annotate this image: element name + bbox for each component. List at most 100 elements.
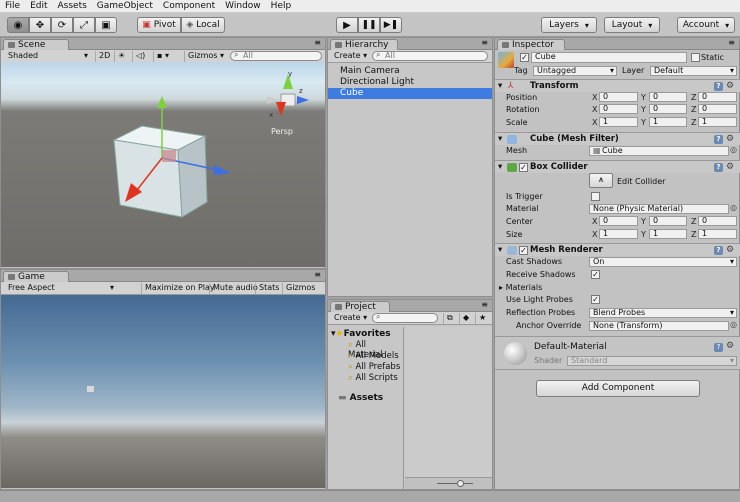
effects-dropdown[interactable]: ▪ ▾: [153, 51, 172, 62]
hierarchy-item-directional-light[interactable]: Directional Light: [328, 77, 492, 88]
object-name-field[interactable]: Cube: [531, 52, 687, 63]
filter-type-icon[interactable]: ⧉: [443, 313, 456, 324]
center-x-field[interactable]: 0: [599, 216, 638, 226]
center-z-field[interactable]: 0: [698, 216, 737, 226]
zoom-slider-thumb[interactable]: [457, 480, 464, 487]
scale-z-field[interactable]: 1: [698, 117, 737, 127]
position-x-field[interactable]: 0: [599, 92, 638, 102]
favorites-node[interactable]: ▾★Favorites: [331, 329, 391, 339]
physic-material-field[interactable]: None (Physic Material): [589, 204, 729, 214]
help-icon[interactable]: ?: [714, 135, 723, 144]
mesh-field[interactable]: ▦ Cube: [589, 146, 729, 156]
mesh-filter-header[interactable]: ▾ Cube (Mesh Filter) ? ⚙: [495, 132, 740, 145]
stats-toggle[interactable]: Stats: [255, 283, 282, 294]
mesh-renderer-enabled-checkbox[interactable]: ✓: [519, 246, 528, 255]
receive-shadows-checkbox[interactable]: ✓: [591, 270, 600, 279]
tab-scene[interactable]: Scene: [3, 39, 69, 50]
anchor-override-field[interactable]: None (Transform): [589, 321, 729, 331]
gear-icon[interactable]: ⚙: [726, 341, 734, 351]
hand-tool-button[interactable]: ◉: [7, 17, 29, 33]
2d-toggle[interactable]: 2D: [95, 51, 113, 62]
perspective-label[interactable]: Persp: [271, 127, 293, 136]
layers-dropdown[interactable]: Layers: [541, 17, 597, 33]
scene-viewport[interactable]: y z x Persp: [1, 62, 325, 267]
aspect-dropdown[interactable]: Free Aspect ▾: [5, 283, 117, 294]
layer-dropdown[interactable]: Default ▾: [650, 66, 737, 76]
hierarchy-item-main-camera[interactable]: Main Camera: [328, 66, 492, 77]
tag-dropdown[interactable]: Untagged ▾: [533, 66, 617, 76]
pivot-toggle[interactable]: ▣ Pivot: [137, 17, 181, 33]
lighting-toggle[interactable]: ☀: [114, 51, 128, 62]
rotation-z-field[interactable]: 0: [698, 104, 737, 114]
position-z-field[interactable]: 0: [698, 92, 737, 102]
scale-x-field[interactable]: 1: [599, 117, 638, 127]
position-y-field[interactable]: 0: [649, 92, 687, 102]
panel-menu-icon[interactable]: ≡: [728, 38, 735, 47]
favorite-star-icon[interactable]: ★: [475, 313, 489, 324]
rotate-tool-button[interactable]: ⟳: [51, 17, 73, 33]
active-checkbox[interactable]: ✓: [520, 53, 529, 62]
project-create-dropdown[interactable]: Create ▾: [331, 313, 370, 324]
tab-project[interactable]: Project: [330, 301, 390, 312]
object-picker-icon[interactable]: ◎: [730, 320, 737, 329]
scale-tool-button[interactable]: ⤢: [73, 17, 95, 33]
rotation-x-field[interactable]: 0: [599, 104, 638, 114]
shader-dropdown[interactable]: Standard ▾: [567, 356, 737, 366]
cast-shadows-dropdown[interactable]: On ▾: [589, 257, 737, 267]
menu-edit[interactable]: Edit: [25, 0, 52, 12]
filter-label-icon[interactable]: ◆: [459, 313, 472, 324]
help-icon[interactable]: ?: [714, 163, 723, 172]
local-toggle[interactable]: ◈ Local: [181, 17, 225, 33]
gear-icon[interactable]: ⚙: [726, 161, 734, 173]
object-picker-icon[interactable]: ◎: [730, 145, 737, 154]
help-icon[interactable]: ?: [714, 82, 723, 91]
rect-tool-button[interactable]: ▣: [95, 17, 117, 33]
gizmos-dropdown[interactable]: Gizmos ▾: [184, 51, 227, 62]
tab-inspector[interactable]: Inspector: [497, 39, 565, 50]
favorite-item[interactable]: ⌕ All Prefabs: [348, 362, 400, 372]
zoom-slider-track[interactable]: [437, 483, 473, 484]
favorite-item[interactable]: ⌕ All Models: [348, 351, 399, 361]
shading-dropdown[interactable]: Shaded ▾: [5, 51, 91, 62]
size-z-field[interactable]: 1: [698, 229, 737, 239]
hierarchy-create-dropdown[interactable]: Create ▾: [331, 51, 370, 62]
game-viewport[interactable]: [1, 295, 325, 488]
object-picker-icon[interactable]: ◎: [730, 203, 737, 212]
menu-file[interactable]: File: [0, 0, 25, 12]
tab-game[interactable]: Game: [3, 271, 69, 282]
gear-icon[interactable]: ⚙: [726, 133, 734, 145]
help-icon[interactable]: ?: [714, 246, 723, 255]
play-button[interactable]: ▶: [336, 17, 358, 33]
panel-menu-icon[interactable]: ≡: [314, 270, 321, 279]
project-assets-area[interactable]: [405, 327, 492, 477]
project-search-input[interactable]: [372, 313, 438, 323]
pause-button[interactable]: ❚❚: [358, 17, 380, 33]
box-collider-header[interactable]: ▾ ✓ Box Collider ? ⚙: [495, 160, 740, 173]
use-light-probes-checkbox[interactable]: ✓: [591, 295, 600, 304]
step-button[interactable]: ▶❚: [380, 17, 402, 33]
material-preview-sphere[interactable]: [504, 342, 527, 365]
size-x-field[interactable]: 1: [599, 229, 638, 239]
menu-window[interactable]: Window: [220, 0, 266, 12]
gizmos-dropdown[interactable]: Gizmos ▾: [282, 283, 325, 302]
menu-help[interactable]: Help: [266, 0, 297, 12]
add-component-button[interactable]: Add Component: [536, 380, 700, 397]
gear-icon[interactable]: ⚙: [726, 244, 734, 256]
maximize-on-play-toggle[interactable]: Maximize on Play: [141, 283, 218, 294]
panel-menu-icon[interactable]: ≡: [481, 38, 488, 47]
menu-component[interactable]: Component: [158, 0, 220, 12]
mesh-renderer-header[interactable]: ▾ ✓ Mesh Renderer ? ⚙: [495, 243, 740, 256]
scale-y-field[interactable]: 1: [649, 117, 687, 127]
move-tool-button[interactable]: ✥: [29, 17, 51, 33]
hierarchy-search-input[interactable]: All: [372, 51, 488, 61]
center-y-field[interactable]: 0: [649, 216, 687, 226]
is-trigger-checkbox[interactable]: [591, 192, 600, 201]
account-dropdown[interactable]: Account: [677, 17, 735, 33]
hierarchy-item-cube[interactable]: Cube: [328, 88, 492, 99]
help-icon[interactable]: ?: [714, 343, 723, 352]
size-y-field[interactable]: 1: [649, 229, 687, 239]
menu-assets[interactable]: Assets: [53, 0, 92, 12]
edit-collider-button[interactable]: ⩚: [589, 173, 613, 188]
reflection-probes-dropdown[interactable]: Blend Probes ▾: [589, 308, 737, 318]
layout-dropdown[interactable]: Layout: [604, 17, 660, 33]
